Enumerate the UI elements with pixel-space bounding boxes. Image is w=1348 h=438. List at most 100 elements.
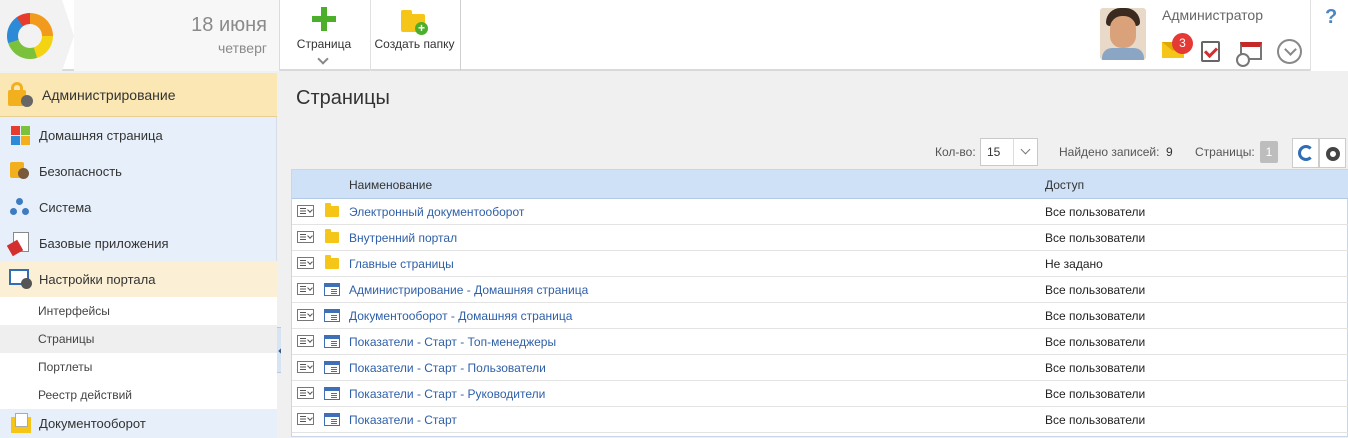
sidebar-item-label: Безопасность — [39, 163, 122, 179]
sidebar-item-security[interactable]: Безопасность — [0, 153, 277, 189]
page-icon — [324, 335, 340, 348]
sidebar-item-administration[interactable]: Администрирование — [0, 73, 277, 117]
row-access: Все пользователи — [1045, 309, 1146, 323]
page-size-select[interactable]: 15 — [980, 138, 1038, 166]
found-count: 9 — [1166, 145, 1173, 159]
calendar-icon[interactable] — [1236, 42, 1262, 67]
toolbar-divider — [460, 0, 461, 71]
create-folder-label: Создать папку — [374, 37, 455, 51]
plus-icon — [312, 7, 336, 31]
create-folder-button[interactable]: + Создать папку — [370, 0, 458, 71]
sidebar: Администрирование Домашняя страница Безо… — [0, 73, 277, 438]
table-row: Электронный документооборот Все пользова… — [292, 199, 1348, 225]
notification-badge: 3 — [1172, 33, 1193, 54]
sidebar-item-home[interactable]: Домашняя страница — [0, 117, 277, 153]
row-menu-icon[interactable] — [297, 205, 314, 217]
sidebar-item-base-apps[interactable]: Базовые приложения — [0, 225, 277, 261]
column-header-access[interactable]: Доступ — [1045, 178, 1084, 192]
sidebar-item-documents[interactable]: Документооборот — [0, 409, 277, 438]
documents-icon — [9, 412, 31, 435]
row-menu-icon[interactable] — [297, 231, 314, 243]
row-access: Все пользователи — [1045, 283, 1146, 297]
portal-settings-icon — [9, 268, 32, 290]
security-icon — [9, 160, 31, 182]
count-label: Кол-во: — [935, 145, 976, 159]
help-icon: ? — [1325, 6, 1338, 28]
row-name-link[interactable]: Внутренний портал — [349, 231, 457, 245]
row-access: Все пользователи — [1045, 387, 1146, 401]
row-menu-icon[interactable] — [297, 387, 314, 399]
new-page-label: Страница — [296, 37, 352, 51]
folder-icon — [325, 229, 339, 243]
row-access: Все пользователи — [1045, 231, 1146, 245]
sidebar-subitem-pages[interactable]: Страницы — [0, 325, 277, 353]
date-text: 18 июня — [191, 14, 267, 36]
sidebar-item-label: Базовые приложения — [39, 235, 169, 251]
sidebar-item-label: Система — [39, 199, 92, 215]
row-menu-icon[interactable] — [297, 413, 314, 425]
page-icon — [324, 361, 340, 374]
avatar[interactable] — [1100, 8, 1146, 60]
sidebar-item-label: Документооборот — [39, 416, 146, 431]
chevron-down-icon[interactable] — [317, 53, 329, 65]
main-content: Страницы Кол-во: 15 Найдено записей: 9 С… — [281, 73, 1348, 438]
system-icon — [9, 196, 31, 218]
column-header-name[interactable]: Наименование — [349, 178, 432, 192]
table-row: Документооборот - Домашняя страница Все … — [292, 303, 1348, 329]
folder-add-icon: + — [401, 10, 429, 35]
sidebar-item-label: Настройки портала — [39, 271, 156, 287]
pages-table: Наименование Доступ Электронный документ… — [291, 169, 1348, 437]
table-row: Внутренний портал Все пользователи — [292, 225, 1348, 251]
row-access: Все пользователи — [1045, 413, 1146, 427]
top-header: 18 июня четверг Страница + Создать папку… — [0, 0, 1348, 71]
page-icon — [324, 413, 340, 426]
folder-icon — [325, 255, 339, 269]
row-menu-icon[interactable] — [297, 257, 314, 269]
home-tiles-icon — [9, 124, 31, 146]
row-name-link[interactable]: Главные страницы — [349, 257, 454, 271]
sidebar-item-portal-settings[interactable]: Настройки портала — [0, 261, 277, 297]
row-name-link[interactable]: Показатели - Старт — [349, 413, 457, 427]
sidebar-subitem-action-registry[interactable]: Реестр действий — [0, 381, 277, 409]
row-name-link[interactable]: Показатели - Старт - Топ-менеджеры — [349, 335, 556, 349]
row-name-link[interactable]: Показатели - Старт - Пользователи — [349, 361, 546, 375]
logo-ring-icon — [7, 13, 53, 59]
page-size-value: 15 — [987, 145, 1001, 159]
refresh-button[interactable] — [1292, 138, 1319, 168]
row-name-link[interactable]: Администрирование - Домашняя страница — [349, 283, 588, 297]
help-button[interactable]: ? — [1310, 0, 1348, 71]
row-access: Все пользователи — [1045, 205, 1146, 219]
page-number-button[interactable]: 1 — [1260, 141, 1278, 163]
row-menu-icon[interactable] — [297, 283, 314, 295]
refresh-icon — [1298, 145, 1314, 161]
row-name-link[interactable]: Документооборот - Домашняя страница — [349, 309, 572, 323]
page-title: Страницы — [296, 87, 390, 109]
row-access: Все пользователи — [1045, 335, 1146, 349]
sidebar-item-label: Администрирование — [42, 86, 176, 103]
row-menu-icon[interactable] — [297, 335, 314, 347]
page-icon — [324, 387, 340, 400]
new-page-button[interactable]: Страница — [290, 0, 358, 71]
table-header: Наименование Доступ — [292, 170, 1348, 199]
sidebar-subitem-portlets[interactable]: Портлеты — [0, 353, 277, 381]
folder-icon — [325, 203, 339, 217]
date-panel: 18 июня четверг — [74, 0, 280, 71]
table-row: Показатели - Старт Все пользователи — [292, 407, 1348, 433]
row-menu-icon[interactable] — [297, 361, 314, 373]
sidebar-item-label: Домашняя страница — [39, 127, 163, 143]
row-name-link[interactable]: Показатели - Старт - Руководители — [349, 387, 545, 401]
app-logo[interactable] — [0, 0, 62, 71]
sidebar-item-system[interactable]: Система — [0, 189, 277, 225]
sidebar-subitem-interfaces[interactable]: Интерфейсы — [0, 297, 277, 325]
tasks-icon[interactable] — [1201, 41, 1220, 62]
weekday-text: четверг — [218, 40, 267, 56]
row-menu-icon[interactable] — [297, 309, 314, 321]
user-menu-chevron-icon[interactable] — [1277, 39, 1302, 64]
row-name-link[interactable]: Электронный документооборот — [349, 205, 524, 219]
table-row: Показатели - Старт - Пользователи Все по… — [292, 355, 1348, 381]
chevron-down-icon[interactable] — [1013, 139, 1037, 165]
pages-label: Страницы: — [1195, 145, 1255, 159]
apps-icon — [6, 232, 31, 257]
user-name[interactable]: Администратор — [1162, 7, 1263, 23]
settings-button[interactable] — [1319, 138, 1346, 168]
